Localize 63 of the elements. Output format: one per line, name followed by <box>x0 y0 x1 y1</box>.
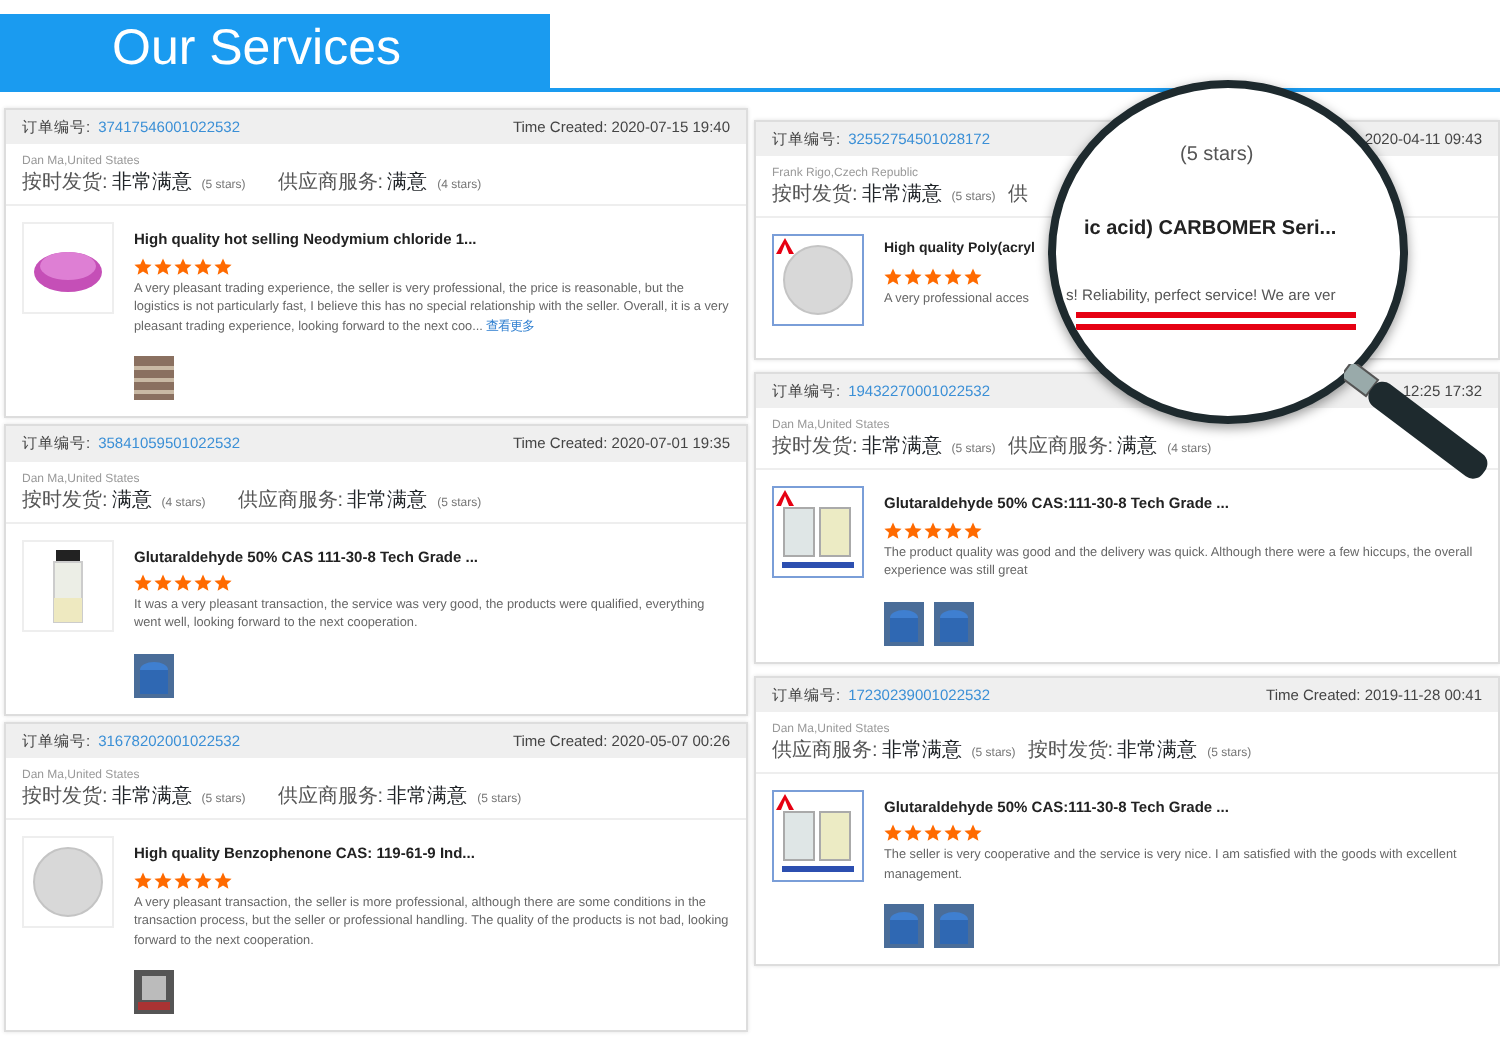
star-icon <box>964 521 982 539</box>
star-icon <box>154 871 172 890</box>
star-icon <box>944 824 962 843</box>
rating-label: 供应商服务: <box>277 172 384 197</box>
star-icon <box>924 267 942 286</box>
star-icon <box>174 573 192 592</box>
star-icon <box>194 257 212 275</box>
star-icon <box>214 257 232 275</box>
rating-value: 满意 <box>387 172 428 197</box>
star-icon <box>904 824 922 843</box>
star-icon <box>214 871 232 890</box>
star-icon <box>154 257 172 275</box>
rating-label: 供应商服务: <box>277 786 384 811</box>
rating-label: 供应商服务: <box>237 489 344 514</box>
star-icon <box>174 871 192 890</box>
rating-value: 非常满意 <box>881 739 962 764</box>
star-icon <box>884 521 902 539</box>
rating-value: 非常满意 <box>111 172 192 197</box>
page-title: Our Services <box>0 13 550 88</box>
rating-value: 满意 <box>111 489 152 514</box>
rating-label: 按时发货: <box>22 786 108 811</box>
rating-value: 非常满意 <box>861 184 942 209</box>
magnified-title: ic acid) CARBOMER Seri... <box>1084 216 1337 244</box>
photo-thumbnail <box>884 601 924 646</box>
star-icon <box>944 521 962 539</box>
star-icon <box>134 871 152 890</box>
star-icon <box>924 521 942 539</box>
star-icon <box>964 824 982 843</box>
star-icon <box>884 824 902 843</box>
star-icon <box>884 267 902 286</box>
star-icon <box>944 267 962 286</box>
photo-thumbnail <box>134 356 174 401</box>
photo-thumbnail <box>934 601 974 646</box>
star-icon <box>964 267 982 286</box>
star-icon <box>134 257 152 275</box>
rating-label: 按时发货: <box>772 184 858 209</box>
star-icon <box>904 267 922 286</box>
star-icon <box>194 871 212 890</box>
rating-label: 供应商服务: <box>1007 436 1114 461</box>
rating-label: 按时发货: <box>22 172 108 197</box>
rating-value: 非常满意 <box>347 489 428 514</box>
photo-thumbnail <box>134 654 174 699</box>
photo-thumbnail <box>934 904 974 949</box>
rating-value: 满意 <box>1117 436 1158 461</box>
photo-thumbnail <box>884 904 924 949</box>
rating-label: 按时发货: <box>22 489 108 514</box>
rating-value: 非常满意 <box>1117 739 1198 764</box>
magnified-rating: (5 stars) <box>1180 142 1254 170</box>
star-icon <box>134 573 152 592</box>
rating-label: 供应商服务: <box>772 739 878 764</box>
rating-label: 按时发货: <box>772 436 858 461</box>
star-icon <box>214 573 232 592</box>
star-icon <box>174 257 192 275</box>
rating-value: 非常满意 <box>387 786 468 811</box>
rating-label: 按时发货: <box>1027 739 1114 764</box>
rating-value: 非常满意 <box>861 436 942 461</box>
star-icon <box>924 824 942 843</box>
star-icon <box>154 573 172 592</box>
rating-value: 非常满意 <box>111 786 192 811</box>
photo-thumbnail <box>134 970 174 1015</box>
star-icon <box>904 521 922 539</box>
rating-label: 供 <box>1007 184 1028 209</box>
star-icon <box>194 573 212 592</box>
